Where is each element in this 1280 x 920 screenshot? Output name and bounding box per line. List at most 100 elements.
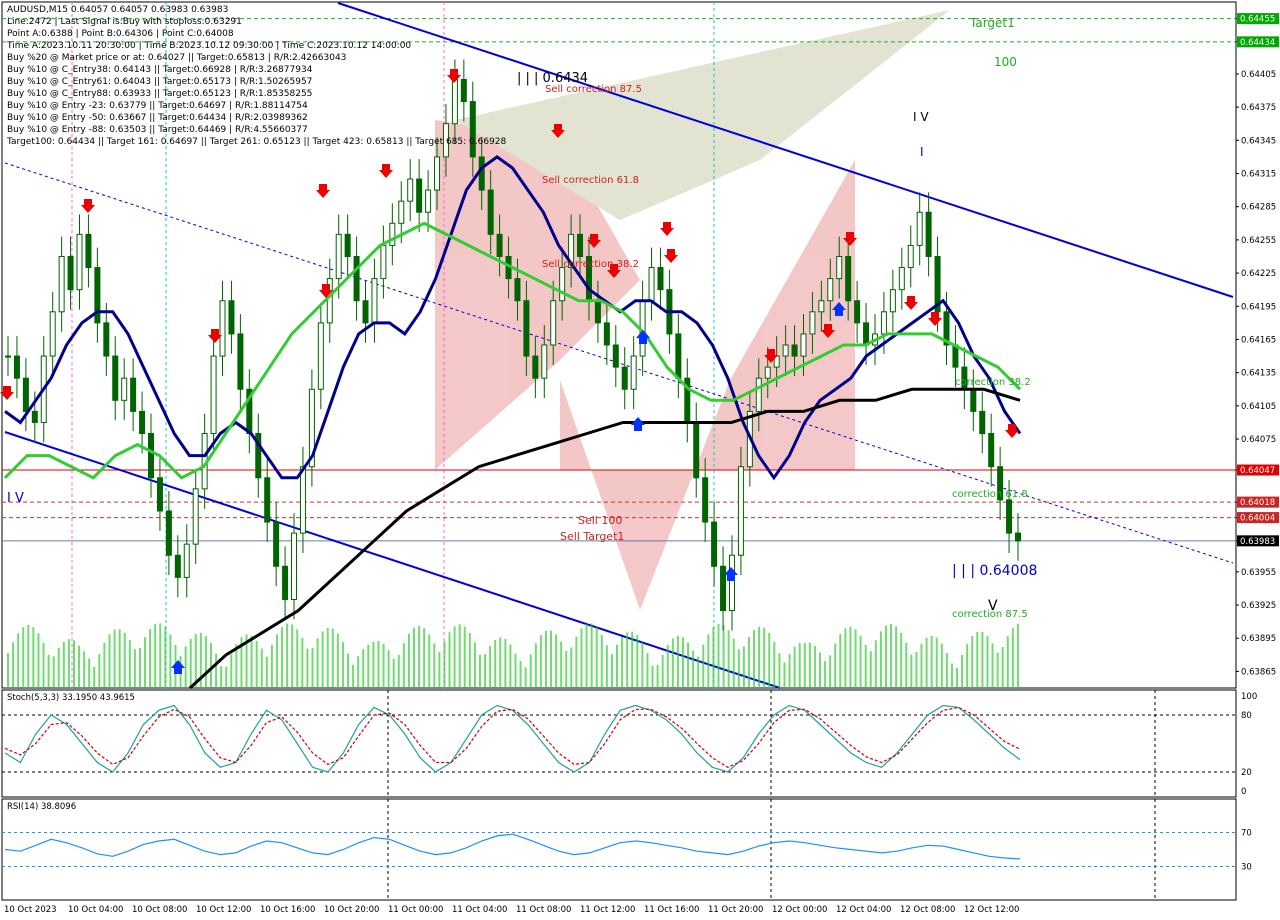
volume-bar <box>204 636 207 688</box>
volume-bar <box>47 654 50 688</box>
candle-body <box>514 278 521 302</box>
volume-bar <box>849 626 852 688</box>
annotation-label: I <box>920 145 924 159</box>
price-label: 0.64434 <box>1240 38 1275 48</box>
y-tick-label: 0.63895 <box>1241 634 1276 644</box>
volume-bar <box>950 663 953 688</box>
candle-body <box>630 355 637 390</box>
volume-bar <box>651 665 654 688</box>
candle-body <box>416 178 423 213</box>
volume-bar <box>595 627 598 688</box>
volume-bar <box>697 656 700 688</box>
volume-bar <box>631 631 634 688</box>
candle-body <box>621 366 628 390</box>
volume-bar <box>159 623 162 688</box>
y-tick-label: 0.64195 <box>1241 302 1276 312</box>
volume-bar <box>42 642 45 688</box>
y-tick-label: 0.64165 <box>1241 335 1276 345</box>
candle-body <box>532 355 539 379</box>
volume-bar <box>839 634 842 688</box>
volume-bar <box>265 656 268 688</box>
x-tick-label: 11 Oct 04:00 <box>452 905 507 915</box>
volume-bar <box>98 654 101 688</box>
y-tick-label: 0.64075 <box>1241 435 1276 445</box>
volume-bar <box>742 646 745 688</box>
volume-bar <box>286 623 289 688</box>
y-tick-label: 0.63955 <box>1241 568 1276 578</box>
volume-bar <box>940 643 943 688</box>
volume-bar <box>621 637 624 688</box>
volume-bar <box>656 664 659 688</box>
volume-bar <box>387 650 390 688</box>
volume-bar <box>514 653 517 688</box>
candle-body <box>58 255 65 313</box>
candle-body <box>764 366 771 379</box>
x-tick-label: 11 Oct 20:00 <box>708 905 763 915</box>
volume-bar <box>692 650 695 688</box>
candle-body <box>425 189 432 213</box>
candle-body <box>148 433 155 479</box>
volume-bar <box>357 656 360 688</box>
volume-bar <box>78 645 81 688</box>
volume-bar <box>544 630 547 688</box>
volume-bar <box>113 629 116 688</box>
candle-body <box>130 377 137 412</box>
candle-body <box>317 322 324 390</box>
volume-bar <box>67 639 70 688</box>
candle-body <box>49 311 56 357</box>
candle-body <box>827 278 834 302</box>
annotation-label: | | | 0.64008 <box>952 563 1037 579</box>
candle-body <box>693 421 700 479</box>
rsi-panel: 70 30 <box>1 798 1252 901</box>
volume-bar <box>7 653 9 688</box>
volume-bar <box>981 631 984 688</box>
volume-bar <box>920 643 923 688</box>
volume-bar <box>468 633 471 688</box>
volume-bar <box>275 634 278 688</box>
volume-bar <box>560 641 563 688</box>
volume-bar <box>509 644 512 688</box>
annotation-label: correction 61.8 <box>952 489 1028 500</box>
volume-bar <box>296 629 299 688</box>
volume-bar <box>808 642 811 688</box>
volume-bar <box>189 638 192 688</box>
volume-bar <box>215 653 218 688</box>
candle-body <box>237 333 244 390</box>
candle-body <box>174 554 181 578</box>
volume-bar <box>62 641 65 688</box>
candle-body <box>183 543 190 578</box>
volume-bar <box>864 644 867 688</box>
volume-bar <box>184 646 187 688</box>
candle-body <box>156 477 163 512</box>
volume-bar <box>524 667 527 688</box>
candle-body <box>112 355 119 401</box>
x-tick-label: 11 Oct 08:00 <box>516 905 571 915</box>
volume-bar <box>991 643 994 688</box>
volume-bar <box>12 642 15 688</box>
volume-bar <box>128 639 131 688</box>
volume-bar <box>930 635 933 688</box>
volume-bar <box>798 642 801 688</box>
candle-body <box>219 300 226 357</box>
volume-bar <box>118 629 121 688</box>
stoch-frame <box>1 689 1237 798</box>
candle-body <box>863 322 870 346</box>
candle-body <box>594 300 601 324</box>
y-tick-label: 0.64405 <box>1241 70 1276 80</box>
volume-bar <box>722 625 725 688</box>
volume-bar <box>671 638 674 688</box>
volume-bar <box>144 637 147 688</box>
volume-bar <box>676 635 679 688</box>
candle-body <box>434 156 441 191</box>
candle-body <box>800 333 807 357</box>
y-tick-label: 0.64225 <box>1241 269 1276 279</box>
volume-bar <box>702 644 705 688</box>
candle-body <box>398 200 405 224</box>
x-tick-label: 10 Oct 20:00 <box>324 905 379 915</box>
info-line: Buy %10 @ Entry -88: 0.63503 || Target:0… <box>7 125 308 135</box>
volume-bar <box>813 646 816 688</box>
candle-body <box>898 267 905 291</box>
y-tick-label: 0.63925 <box>1241 601 1276 611</box>
volume-bar <box>747 636 750 688</box>
volume-bar <box>732 638 735 688</box>
